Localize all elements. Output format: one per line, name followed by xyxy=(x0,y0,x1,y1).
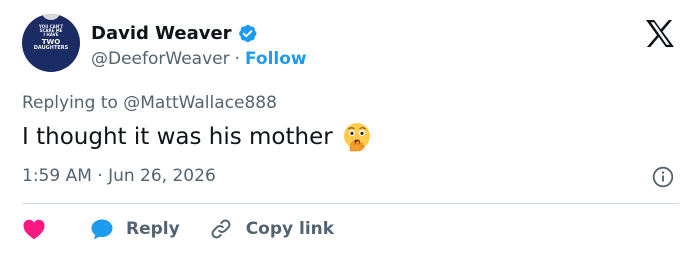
replying-to-line: Replying to @MattWallace888 xyxy=(22,93,277,113)
reply-button[interactable]: Reply xyxy=(90,218,180,240)
face-with-open-eyes-and-hand-over-mouth-icon xyxy=(343,123,370,152)
author-handle[interactable]: @DeeforWeaver xyxy=(91,49,230,69)
divider xyxy=(22,203,679,204)
info-icon[interactable] xyxy=(652,166,674,188)
like-button[interactable] xyxy=(22,218,46,240)
avatar-shirt-collar xyxy=(41,14,61,20)
x-logo-icon[interactable] xyxy=(645,19,675,48)
replying-to-mention[interactable]: @MattWallace888 xyxy=(123,93,277,113)
avatar-text-line-2: I HAVE xyxy=(43,32,59,38)
tweet-timestamp[interactable]: 1:59 AM · Jun 26, 2026 xyxy=(22,166,216,186)
avatar[interactable]: YOU CAN'T SCARE ME I HAVE TWO DAUGHTERS xyxy=(22,14,80,72)
handle-separator: · xyxy=(234,49,240,69)
tweet-body: I thought it was his mother xyxy=(22,122,372,152)
follow-button[interactable]: Follow xyxy=(245,49,307,69)
reply-bubble-icon xyxy=(91,219,113,240)
verified-badge-icon xyxy=(238,24,257,42)
author-name-row: David Weaver xyxy=(91,21,258,45)
reply-label: Reply xyxy=(126,219,180,239)
author-display-name[interactable]: David Weaver xyxy=(91,23,232,44)
author-handle-row: @DeeforWeaver · Follow xyxy=(91,48,307,70)
copy-link-label: Copy link xyxy=(245,219,335,239)
replying-to-prefix: Replying to xyxy=(22,93,118,113)
tweet-text: I thought it was his mother xyxy=(22,124,333,150)
avatar-text-line-4: DAUGHTERS xyxy=(33,44,69,51)
link-icon xyxy=(211,219,231,239)
copy-link-button[interactable]: Copy link xyxy=(210,218,334,240)
heart-icon xyxy=(23,219,45,240)
tweet-actions: Reply Copy link xyxy=(22,214,334,244)
avatar-shirt-text: YOU CAN'T SCARE ME I HAVE TWO DAUGHTERS xyxy=(32,24,70,51)
